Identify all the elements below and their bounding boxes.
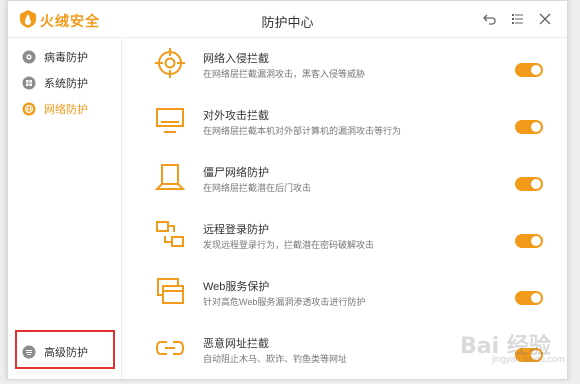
web-service-toggle[interactable] — [515, 291, 543, 305]
feature-row: 僵尸网络防护 在网络层拦截潜在后门攻击 — [122, 152, 567, 210]
toggle-knob — [531, 236, 541, 246]
virus-shield-icon — [22, 50, 36, 64]
app-window: 火绒安全 防护中心 病毒防护 系统防护 网络防护 高级防护 网络入侵拦截 在网络… — [7, 0, 568, 380]
feature-row: 对外攻击拦截 在网络层拦截本机对外部计算机的漏洞攻击等行为 — [122, 95, 567, 153]
feature-desc: 在网络层拦截本机对外部计算机的漏洞攻击等行为 — [203, 126, 402, 136]
background-left — [0, 0, 7, 384]
monitor-icon — [156, 108, 184, 133]
feature-desc: 在网络层拦截潜在后门攻击 — [203, 183, 312, 193]
feature-desc: 发现远程登录行为，拦截潜在密码破解攻击 — [203, 240, 375, 250]
toggle-knob — [531, 293, 541, 303]
watermark-sub: jingyan.baidu.com — [492, 354, 565, 364]
feature-row: 网络入侵拦截 在网络层拦截漏洞攻击，黑客入侵等威胁 — [122, 38, 567, 96]
sidebar-item-label: 网络防护 — [44, 104, 88, 116]
feature-title: 远程登录防护 — [203, 224, 269, 236]
feature-desc: 自动阻止木马、欺诈、钓鱼类等网址 — [203, 354, 348, 364]
background-right — [568, 0, 580, 384]
toggle-knob — [531, 65, 541, 75]
sidebar-item-label: 系统防护 — [44, 78, 88, 90]
web-window-icon — [157, 278, 184, 304]
feature-title: 僵尸网络防护 — [203, 167, 269, 179]
remote-login-toggle[interactable] — [515, 234, 543, 248]
feature-row: 远程登录防护 发现远程登录行为，拦截潜在密码破解攻击 — [122, 209, 567, 267]
sidebar: 病毒防护 系统防护 网络防护 高级防护 — [8, 38, 122, 379]
menu-icon — [512, 14, 523, 24]
sidebar-item-network[interactable]: 网络防护 — [22, 99, 88, 119]
highlight-box — [15, 330, 115, 369]
remote-connect-icon — [156, 221, 184, 247]
back-icon — [483, 14, 496, 25]
sidebar-item-label: 病毒防护 — [44, 52, 88, 64]
outbound-attack-toggle[interactable] — [515, 120, 543, 134]
sidebar-item-system[interactable]: 系统防护 — [22, 73, 88, 93]
feature-title: 恶意网址拦截 — [203, 338, 269, 350]
toggle-knob — [531, 179, 541, 189]
back-button[interactable] — [480, 9, 500, 29]
botnet-toggle[interactable] — [515, 177, 543, 191]
toggle-knob — [531, 122, 541, 132]
title-bar: 火绒安全 防护中心 — [8, 1, 567, 37]
windows-icon — [22, 76, 36, 90]
feature-title: 网络入侵拦截 — [203, 53, 269, 65]
close-button[interactable] — [535, 9, 555, 29]
laptop-icon — [154, 164, 186, 190]
sidebar-item-virus[interactable]: 病毒防护 — [22, 47, 88, 67]
globe-icon — [22, 102, 36, 116]
close-icon — [539, 13, 551, 25]
intrusion-toggle[interactable] — [515, 63, 543, 77]
crosshair-icon — [155, 48, 185, 78]
feature-title: 对外攻击拦截 — [203, 110, 269, 122]
feature-title: Web服务保护 — [203, 281, 270, 293]
menu-button[interactable] — [507, 9, 527, 29]
feature-desc: 在网络层拦截漏洞攻击，黑客入侵等威胁 — [203, 69, 366, 79]
feature-row: Web服务保护 针对高危Web服务漏洞渗透攻击进行防护 — [122, 266, 567, 324]
feature-desc: 针对高危Web服务漏洞渗透攻击进行防护 — [203, 297, 366, 307]
link-icon — [155, 341, 185, 355]
